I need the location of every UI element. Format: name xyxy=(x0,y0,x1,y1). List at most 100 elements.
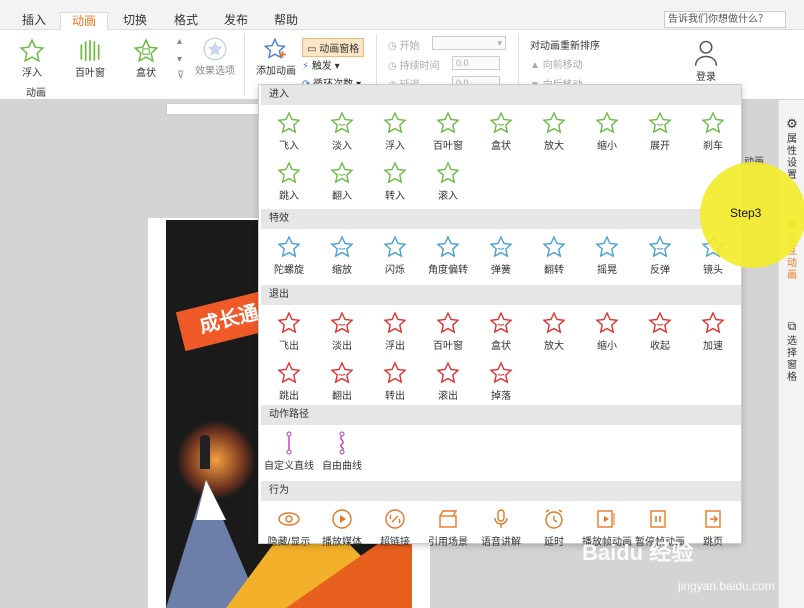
behavior-icon xyxy=(385,509,405,529)
animation-item-path[interactable]: 自定义直线 xyxy=(263,431,315,472)
animation-item-label: 翻转 xyxy=(544,265,564,276)
preset-label: 浮入 xyxy=(22,68,42,79)
section-header-enter: 进入 xyxy=(261,85,741,105)
animation-item-label: 放大 xyxy=(544,141,564,152)
star-animation-icon xyxy=(595,311,619,334)
animation-item-exit[interactable]: 跳出 xyxy=(263,361,315,402)
animation-item-effect[interactable]: 反弹 xyxy=(634,235,686,276)
behavior-icon xyxy=(494,509,508,528)
animation-item-exit[interactable]: 转出 xyxy=(369,361,421,402)
chevron-down-icon: ▾ xyxy=(331,61,340,72)
trigger-button[interactable]: ⚡ 触发 ▾ xyxy=(302,57,340,72)
animation-item-effect[interactable]: 翻转 xyxy=(528,235,580,276)
add-star-icon xyxy=(263,37,287,59)
motion-path-icon xyxy=(286,431,292,455)
animation-item-label: 延时 xyxy=(544,537,564,548)
animation-item-enter[interactable]: 转入 xyxy=(369,161,421,202)
animation-item-exit[interactable]: 淡出 xyxy=(316,311,368,352)
login-button[interactable]: 登录 xyxy=(686,38,726,83)
tab-transition[interactable]: 切换 xyxy=(114,12,156,30)
help-search-input[interactable]: 告诉我们你想做什么？ xyxy=(664,11,786,28)
animation-item-exit[interactable]: 翻出 xyxy=(316,361,368,402)
animation-item-behavior[interactable]: 超链接 xyxy=(369,507,421,548)
animation-item-enter[interactable]: 缩小 xyxy=(581,111,633,152)
animation-item-behavior[interactable]: 跳页 xyxy=(687,507,739,548)
animation-item-exit[interactable]: 浮出 xyxy=(369,311,421,352)
animation-item-exit[interactable]: 加速 xyxy=(687,311,739,352)
animation-item-exit[interactable]: 收起 xyxy=(634,311,686,352)
tab-format[interactable]: 格式 xyxy=(166,12,206,30)
add-animation-button[interactable]: 添加动画 xyxy=(254,36,298,77)
animation-item-effect[interactable]: 陀螺旋 xyxy=(263,235,315,276)
animation-gallery-panel: 进入 飞入 淡入 浮入 百叶窗 盒状 放大 缩小 展开 刹车 跳入 翻入 转入 滚入 特效 陀螺旋 缩放 闪烁 角度… xyxy=(258,84,742,548)
tab-animation[interactable]: 动画 xyxy=(60,12,108,30)
animation-item-label: 盒状 xyxy=(491,341,511,352)
animation-item-enter[interactable]: 放大 xyxy=(528,111,580,152)
animation-item-behavior[interactable]: 播放媒体 xyxy=(316,507,368,548)
group-label-animation: 动画 xyxy=(26,88,46,99)
star-animation-icon xyxy=(489,361,513,384)
section-header-path: 动作路径 xyxy=(261,405,741,425)
gallery-scroll-down-icon[interactable]: ▾ xyxy=(177,54,182,65)
duration-input[interactable]: 0.0 xyxy=(452,56,500,70)
star-animation-icon xyxy=(648,311,672,334)
selection-pane-button[interactable]: ⧉ 选择窗格 xyxy=(779,320,804,384)
gallery-expand-icon[interactable]: ⊽ xyxy=(177,70,184,81)
animation-item-enter[interactable]: 飞入 xyxy=(263,111,315,152)
animation-item-behavior[interactable]: 隐藏/显示 xyxy=(263,507,315,548)
arrow-up-icon: ▲ xyxy=(530,60,543,71)
star-animation-icon xyxy=(489,235,513,258)
animation-item-exit[interactable]: 缩小 xyxy=(581,311,633,352)
preset-box-button[interactable]: 盒状 xyxy=(126,38,166,79)
gallery-scroll-up-icon[interactable]: ▴ xyxy=(177,36,182,47)
preset-blinds-button[interactable]: 百叶窗 xyxy=(68,38,112,79)
animation-item-exit[interactable]: 掉落 xyxy=(475,361,527,402)
star-animation-icon xyxy=(595,235,619,258)
animation-item-exit[interactable]: 放大 xyxy=(528,311,580,352)
tab-help[interactable]: 帮助 xyxy=(266,12,306,30)
animation-item-label: 翻出 xyxy=(332,391,352,402)
clock-icon: ◷ xyxy=(388,41,400,52)
animation-item-behavior[interactable]: 语音讲解 xyxy=(475,507,527,548)
animation-pane-button[interactable]: ▭ 动画窗格 xyxy=(302,38,365,57)
start-label: ◷ 开始 xyxy=(388,41,420,52)
animation-item-enter[interactable]: 淡入 xyxy=(316,111,368,152)
animation-item-effect[interactable]: 角度偏转 xyxy=(422,235,474,276)
tab-insert[interactable]: 插入 xyxy=(14,12,54,30)
animation-item-path[interactable]: 自由曲线 xyxy=(316,431,368,472)
animation-item-label: 语音讲解 xyxy=(481,537,521,548)
animation-item-label: 淡出 xyxy=(332,341,352,352)
animation-item-label: 自定义直线 xyxy=(264,461,314,472)
animation-item-enter[interactable]: 浮入 xyxy=(369,111,421,152)
animation-item-enter[interactable]: 翻入 xyxy=(316,161,368,202)
move-forward-button[interactable]: ▲ 向前移动 xyxy=(530,56,583,71)
animation-item-enter[interactable]: 展开 xyxy=(634,111,686,152)
start-select[interactable]: ▾ xyxy=(432,36,506,50)
animation-item-effect[interactable]: 弹簧 xyxy=(475,235,527,276)
animation-item-enter[interactable]: 刹车 xyxy=(687,111,739,152)
animation-item-enter[interactable]: 滚入 xyxy=(422,161,474,202)
animation-item-behavior[interactable]: 引用场景 xyxy=(422,507,474,548)
star-animation-icon xyxy=(436,235,460,258)
star-animation-icon xyxy=(648,111,672,134)
section-header-exit: 退出 xyxy=(261,285,741,305)
animation-item-effect[interactable]: 摇晃 xyxy=(581,235,633,276)
animation-item-enter[interactable]: 百叶窗 xyxy=(422,111,474,152)
animation-item-label: 滚入 xyxy=(438,191,458,202)
effect-options-button[interactable]: 效果选项 xyxy=(194,36,236,77)
animation-item-enter[interactable]: 盒状 xyxy=(475,111,527,152)
star-float-icon xyxy=(19,38,45,63)
animation-item-exit[interactable]: 百叶窗 xyxy=(422,311,474,352)
animation-item-effect[interactable]: 闪烁 xyxy=(369,235,421,276)
animation-item-enter[interactable]: 跳入 xyxy=(263,161,315,202)
tab-publish[interactable]: 发布 xyxy=(216,12,256,30)
animation-item-exit[interactable]: 盒状 xyxy=(475,311,527,352)
preset-float-in-button[interactable]: 浮入 xyxy=(12,38,52,79)
animation-item-exit[interactable]: 滚出 xyxy=(422,361,474,402)
star-animation-icon xyxy=(436,361,460,384)
animation-item-exit[interactable]: 飞出 xyxy=(263,311,315,352)
animation-item-label: 浮入 xyxy=(385,141,405,152)
animation-item-behavior[interactable]: 延时 xyxy=(528,507,580,548)
animation-item-effect[interactable]: 缩放 xyxy=(316,235,368,276)
user-icon xyxy=(694,40,718,66)
